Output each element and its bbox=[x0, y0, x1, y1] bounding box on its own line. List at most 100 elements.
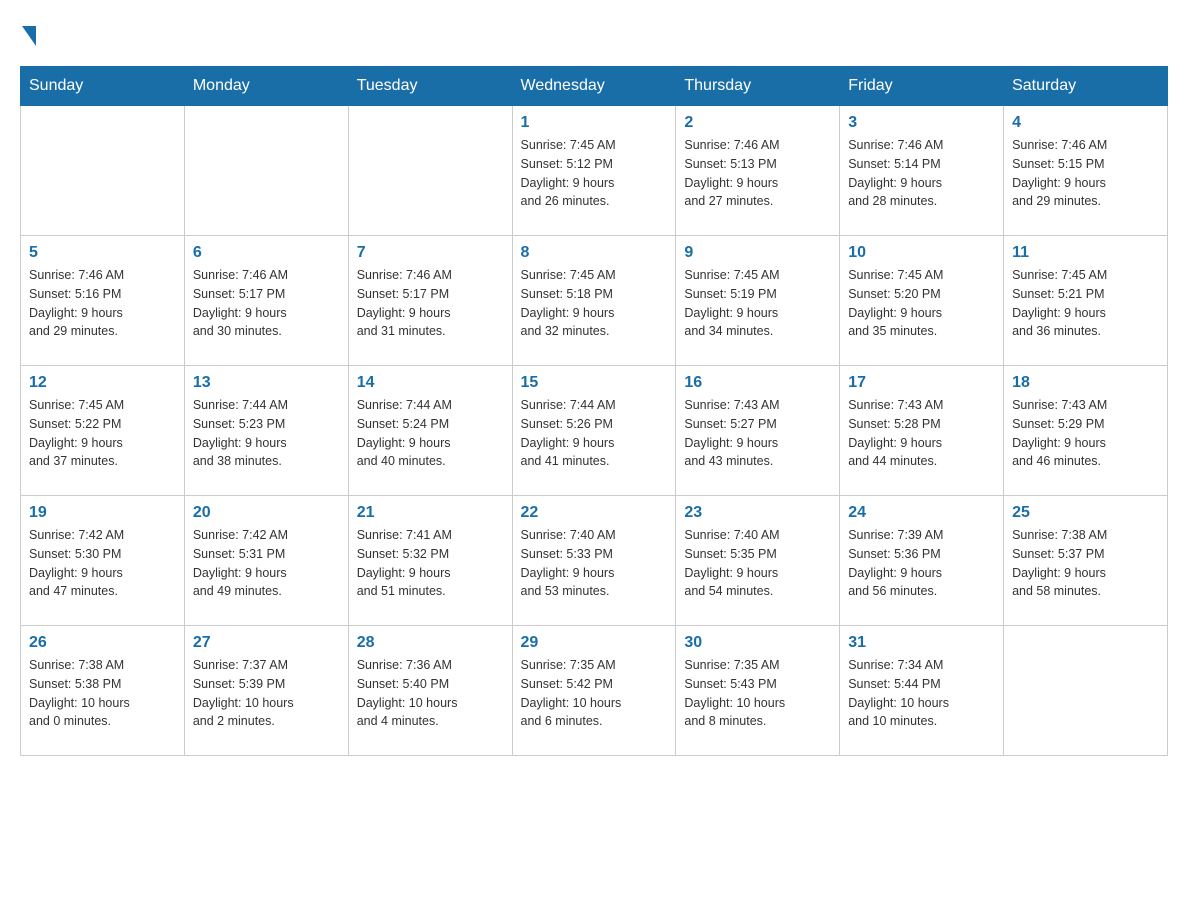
calendar-cell bbox=[1004, 626, 1168, 756]
header-cell-saturday: Saturday bbox=[1004, 67, 1168, 106]
day-info: Sunrise: 7:42 AMSunset: 5:31 PMDaylight:… bbox=[193, 526, 340, 601]
day-number: 10 bbox=[848, 244, 995, 262]
calendar-cell: 14 Sunrise: 7:44 AMSunset: 5:24 PMDayligh… bbox=[348, 366, 512, 496]
week-row-3: 12 Sunrise: 7:45 AMSunset: 5:22 PMDayligh… bbox=[21, 366, 1168, 496]
calendar-cell: 13 Sunrise: 7:44 AMSunset: 5:23 PMDayligh… bbox=[184, 366, 348, 496]
header-cell-monday: Monday bbox=[184, 67, 348, 106]
day-info: Sunrise: 7:46 AMSunset: 5:13 PMDaylight:… bbox=[684, 136, 831, 211]
day-info: Sunrise: 7:45 AMSunset: 5:22 PMDaylight:… bbox=[29, 396, 176, 471]
calendar-cell bbox=[348, 106, 512, 236]
calendar-cell: 16 Sunrise: 7:43 AMSunset: 5:27 PMDayligh… bbox=[676, 366, 840, 496]
day-info: Sunrise: 7:43 AMSunset: 5:29 PMDaylight:… bbox=[1012, 396, 1159, 471]
header-row: SundayMondayTuesdayWednesdayThursdayFrid… bbox=[21, 67, 1168, 106]
day-number: 12 bbox=[29, 374, 176, 392]
day-number: 21 bbox=[357, 504, 504, 522]
day-number: 25 bbox=[1012, 504, 1159, 522]
day-info: Sunrise: 7:43 AMSunset: 5:27 PMDaylight:… bbox=[684, 396, 831, 471]
day-number: 6 bbox=[193, 244, 340, 262]
day-number: 24 bbox=[848, 504, 995, 522]
logo-arrow-icon bbox=[22, 26, 36, 46]
week-row-5: 26Sunrise: 7:38 AMSunset: 5:38 PMDayligh… bbox=[21, 626, 1168, 756]
day-info: Sunrise: 7:38 AMSunset: 5:37 PMDaylight:… bbox=[1012, 526, 1159, 601]
calendar-header: SundayMondayTuesdayWednesdayThursdayFrid… bbox=[21, 67, 1168, 106]
calendar-cell: 23 Sunrise: 7:40 AMSunset: 5:35 PMDayligh… bbox=[676, 496, 840, 626]
calendar-cell: 25 Sunrise: 7:38 AMSunset: 5:37 PMDayligh… bbox=[1004, 496, 1168, 626]
day-number: 3 bbox=[848, 114, 995, 132]
day-number: 16 bbox=[684, 374, 831, 392]
day-number: 5 bbox=[29, 244, 176, 262]
calendar-cell: 31Sunrise: 7:34 AMSunset: 5:44 PMDayligh… bbox=[840, 626, 1004, 756]
day-number: 23 bbox=[684, 504, 831, 522]
day-number: 11 bbox=[1012, 244, 1159, 262]
page-header bbox=[20, 20, 1168, 46]
calendar-cell: 10Sunrise: 7:45 AMSunset: 5:20 PMDayligh… bbox=[840, 236, 1004, 366]
calendar-cell bbox=[184, 106, 348, 236]
calendar-cell: 9Sunrise: 7:45 AMSunset: 5:19 PMDaylight… bbox=[676, 236, 840, 366]
calendar-table: SundayMondayTuesdayWednesdayThursdayFrid… bbox=[20, 66, 1168, 756]
day-info: Sunrise: 7:44 AMSunset: 5:23 PMDaylight:… bbox=[193, 396, 340, 471]
calendar-cell: 2 Sunrise: 7:46 AMSunset: 5:13 PMDaylight… bbox=[676, 106, 840, 236]
calendar-cell: 12 Sunrise: 7:45 AMSunset: 5:22 PMDayligh… bbox=[21, 366, 185, 496]
day-info: Sunrise: 7:46 AMSunset: 5:16 PMDaylight:… bbox=[29, 266, 176, 341]
day-info: Sunrise: 7:37 AMSunset: 5:39 PMDaylight:… bbox=[193, 656, 340, 731]
day-number: 26 bbox=[29, 634, 176, 652]
day-number: 13 bbox=[193, 374, 340, 392]
day-info: Sunrise: 7:45 AMSunset: 5:12 PMDaylight:… bbox=[521, 136, 668, 211]
day-number: 20 bbox=[193, 504, 340, 522]
calendar-cell: 27Sunrise: 7:37 AMSunset: 5:39 PMDayligh… bbox=[184, 626, 348, 756]
day-info: Sunrise: 7:42 AMSunset: 5:30 PMDaylight:… bbox=[29, 526, 176, 601]
day-info: Sunrise: 7:46 AMSunset: 5:17 PMDaylight:… bbox=[193, 266, 340, 341]
day-info: Sunrise: 7:35 AMSunset: 5:43 PMDaylight:… bbox=[684, 656, 831, 731]
day-number: 28 bbox=[357, 634, 504, 652]
week-row-4: 19 Sunrise: 7:42 AMSunset: 5:30 PMDayligh… bbox=[21, 496, 1168, 626]
header-cell-sunday: Sunday bbox=[21, 67, 185, 106]
calendar-cell: 29Sunrise: 7:35 AMSunset: 5:42 PMDayligh… bbox=[512, 626, 676, 756]
calendar-cell: 4Sunrise: 7:46 AMSunset: 5:15 PMDaylight… bbox=[1004, 106, 1168, 236]
calendar-cell: 18 Sunrise: 7:43 AMSunset: 5:29 PMDayligh… bbox=[1004, 366, 1168, 496]
calendar-body: 1 Sunrise: 7:45 AMSunset: 5:12 PMDaylight… bbox=[21, 106, 1168, 756]
day-number: 22 bbox=[521, 504, 668, 522]
day-info: Sunrise: 7:44 AMSunset: 5:24 PMDaylight:… bbox=[357, 396, 504, 471]
day-number: 7 bbox=[357, 244, 504, 262]
day-number: 15 bbox=[521, 374, 668, 392]
header-cell-tuesday: Tuesday bbox=[348, 67, 512, 106]
day-number: 8 bbox=[521, 244, 668, 262]
calendar-cell: 15 Sunrise: 7:44 AMSunset: 5:26 PMDayligh… bbox=[512, 366, 676, 496]
calendar-cell: 1 Sunrise: 7:45 AMSunset: 5:12 PMDaylight… bbox=[512, 106, 676, 236]
week-row-2: 5 Sunrise: 7:46 AMSunset: 5:16 PMDaylight… bbox=[21, 236, 1168, 366]
day-info: Sunrise: 7:45 AMSunset: 5:18 PMDaylight:… bbox=[521, 266, 668, 341]
day-number: 14 bbox=[357, 374, 504, 392]
day-info: Sunrise: 7:46 AMSunset: 5:17 PMDaylight:… bbox=[357, 266, 504, 341]
day-number: 1 bbox=[521, 114, 668, 132]
day-info: Sunrise: 7:46 AMSunset: 5:15 PMDaylight:… bbox=[1012, 136, 1159, 211]
day-number: 9 bbox=[684, 244, 831, 262]
header-cell-thursday: Thursday bbox=[676, 67, 840, 106]
calendar-cell: 7 Sunrise: 7:46 AMSunset: 5:17 PMDaylight… bbox=[348, 236, 512, 366]
day-info: Sunrise: 7:40 AMSunset: 5:35 PMDaylight:… bbox=[684, 526, 831, 601]
calendar-cell: 26Sunrise: 7:38 AMSunset: 5:38 PMDayligh… bbox=[21, 626, 185, 756]
week-row-1: 1 Sunrise: 7:45 AMSunset: 5:12 PMDaylight… bbox=[21, 106, 1168, 236]
day-number: 19 bbox=[29, 504, 176, 522]
day-number: 30 bbox=[684, 634, 831, 652]
day-number: 18 bbox=[1012, 374, 1159, 392]
header-cell-friday: Friday bbox=[840, 67, 1004, 106]
day-info: Sunrise: 7:44 AMSunset: 5:26 PMDaylight:… bbox=[521, 396, 668, 471]
calendar-cell: 24 Sunrise: 7:39 AMSunset: 5:36 PMDayligh… bbox=[840, 496, 1004, 626]
calendar-cell: 3Sunrise: 7:46 AMSunset: 5:14 PMDaylight… bbox=[840, 106, 1004, 236]
calendar-cell: 28 Sunrise: 7:36 AMSunset: 5:40 PMDayligh… bbox=[348, 626, 512, 756]
day-info: Sunrise: 7:36 AMSunset: 5:40 PMDaylight:… bbox=[357, 656, 504, 731]
day-info: Sunrise: 7:43 AMSunset: 5:28 PMDaylight:… bbox=[848, 396, 995, 471]
header-cell-wednesday: Wednesday bbox=[512, 67, 676, 106]
calendar-cell: 5 Sunrise: 7:46 AMSunset: 5:16 PMDaylight… bbox=[21, 236, 185, 366]
day-info: Sunrise: 7:41 AMSunset: 5:32 PMDaylight:… bbox=[357, 526, 504, 601]
logo bbox=[20, 20, 36, 46]
day-info: Sunrise: 7:39 AMSunset: 5:36 PMDaylight:… bbox=[848, 526, 995, 601]
day-number: 17 bbox=[848, 374, 995, 392]
day-number: 2 bbox=[684, 114, 831, 132]
calendar-cell: 6 Sunrise: 7:46 AMSunset: 5:17 PMDaylight… bbox=[184, 236, 348, 366]
day-number: 29 bbox=[521, 634, 668, 652]
calendar-cell: 22Sunrise: 7:40 AMSunset: 5:33 PMDayligh… bbox=[512, 496, 676, 626]
day-info: Sunrise: 7:34 AMSunset: 5:44 PMDaylight:… bbox=[848, 656, 995, 731]
calendar-cell: 30 Sunrise: 7:35 AMSunset: 5:43 PMDayligh… bbox=[676, 626, 840, 756]
calendar-cell: 17 Sunrise: 7:43 AMSunset: 5:28 PMDayligh… bbox=[840, 366, 1004, 496]
